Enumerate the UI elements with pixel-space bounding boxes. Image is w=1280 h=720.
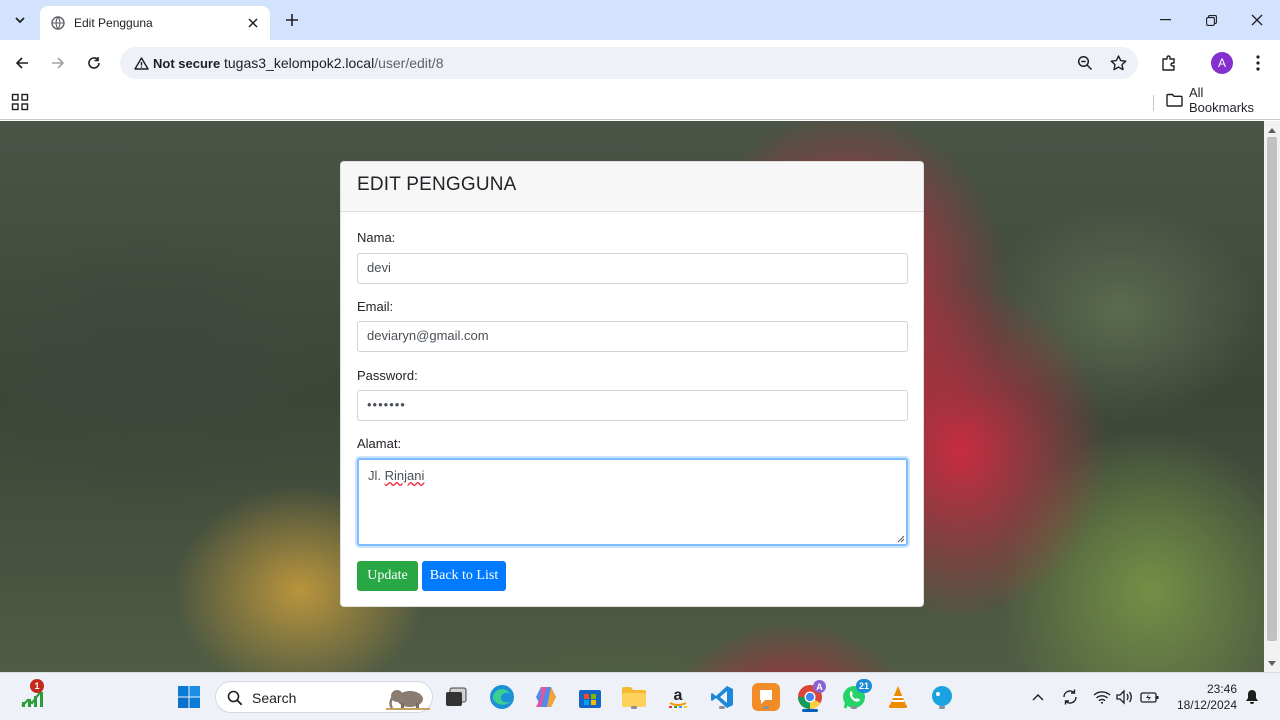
minimize-icon	[1159, 19, 1171, 21]
chevron-down-icon	[15, 17, 25, 24]
app-bird-running-indicator	[939, 706, 945, 709]
back-to-list-button[interactable]: Back to List	[422, 561, 506, 591]
folder-icon	[1166, 93, 1183, 107]
search-placeholder: Search	[252, 690, 297, 706]
start-menu-icon[interactable]	[175, 683, 203, 711]
close-window-button[interactable]	[1234, 0, 1280, 40]
alamat-text-word: Rinjani	[384, 468, 425, 483]
bookmarks-separator	[1153, 95, 1154, 111]
password-label: Password:	[357, 368, 418, 383]
nama-label: Nama:	[357, 230, 396, 245]
whatsapp-badge: 21	[856, 679, 872, 693]
edge-icon[interactable]	[488, 683, 516, 711]
file-explorer-icon[interactable]	[620, 683, 648, 711]
forward-button[interactable]	[44, 49, 72, 77]
page-scrollbar[interactable]	[1264, 121, 1280, 672]
widgets-icon[interactable]: 1	[18, 679, 46, 710]
extensions-icon[interactable]	[1157, 52, 1181, 74]
chrome-profile-badge: A	[813, 680, 826, 693]
taskbar: 1 Search a A 21 23:46 18/12/2024	[0, 672, 1280, 720]
app-bird-icon[interactable]	[928, 683, 956, 711]
edit-user-card: EDIT PENGGUNA Nama: devi Email: deviaryn…	[340, 161, 924, 607]
bookmarks-bar: All Bookmarks	[0, 85, 1280, 120]
url-text[interactable]: tugas3_kelompok2.local/user/edit/8	[224, 55, 443, 71]
email-input[interactable]: deviaryn@gmail.com	[357, 321, 908, 352]
tab-title: Edit Pengguna	[74, 16, 153, 30]
file-explorer-running-indicator	[631, 706, 637, 709]
restore-button[interactable]	[1188, 0, 1234, 40]
all-bookmarks-button[interactable]: All Bookmarks	[1166, 85, 1254, 115]
chat-app-icon[interactable]	[752, 683, 780, 711]
url-path: /user/edit/8	[374, 55, 444, 71]
nama-input[interactable]: devi	[357, 253, 908, 284]
search-icon	[227, 690, 243, 706]
apps-grid-icon[interactable]	[11, 93, 29, 111]
system-clock[interactable]: 23:46 18/12/2024	[1170, 681, 1237, 713]
vscode-icon[interactable]	[708, 683, 736, 711]
minimize-button[interactable]	[1142, 0, 1188, 40]
close-icon	[1251, 14, 1263, 26]
scroll-up-arrow-icon[interactable]	[1264, 123, 1280, 137]
task-view-icon[interactable]	[442, 683, 470, 711]
url-host: tugas3_kelompok2.local	[224, 55, 375, 71]
widgets-badge: 1	[30, 679, 44, 693]
vscode-running-indicator	[719, 706, 725, 709]
globe-icon	[50, 15, 66, 31]
all-bookmarks-label: All Bookmarks	[1189, 85, 1255, 115]
bookmark-star-icon[interactable]	[1109, 54, 1127, 72]
clock-date: 18/12/2024	[1176, 698, 1237, 712]
plus-icon	[286, 14, 298, 26]
update-button[interactable]: Update	[357, 561, 418, 591]
arrow-left-icon	[15, 57, 28, 69]
notification-bell-icon[interactable]	[1242, 687, 1262, 707]
microsoft-store-icon[interactable]	[576, 683, 604, 711]
resize-handle-icon[interactable]	[895, 533, 905, 543]
profile-avatar[interactable]: A	[1211, 52, 1233, 74]
tab-search-button[interactable]	[6, 7, 34, 33]
battery-charging-icon[interactable]	[1140, 687, 1160, 707]
svg-text:a: a	[674, 687, 683, 704]
security-label: Not secure	[153, 55, 221, 71]
wifi-icon[interactable]	[1092, 687, 1112, 707]
search-highlight-elephant-icon	[386, 690, 430, 710]
clock-time: 23:46	[1206, 682, 1237, 696]
taskbar-search[interactable]: Search	[215, 681, 433, 713]
page-title: EDIT PENGGUNA	[357, 174, 517, 195]
password-input[interactable]: •••••••	[357, 390, 908, 421]
chrome-active-indicator	[802, 709, 818, 712]
tab-strip: Edit Pengguna	[0, 0, 1280, 40]
sync-icon[interactable]	[1060, 687, 1080, 707]
back-button[interactable]	[8, 49, 36, 77]
chat-app-running-indicator	[763, 706, 769, 709]
scroll-down-arrow-icon[interactable]	[1264, 656, 1280, 670]
scrollbar-thumb[interactable]	[1267, 137, 1277, 641]
email-label: Email:	[357, 299, 394, 314]
volume-icon[interactable]	[1114, 687, 1134, 707]
vlc-icon[interactable]	[884, 683, 912, 711]
card-header: EDIT PENGGUNA	[341, 162, 923, 212]
amazon-icon[interactable]: a	[664, 683, 692, 711]
restore-icon	[1205, 14, 1217, 26]
site-info-button[interactable]: Not secure	[128, 52, 226, 74]
alamat-label: Alamat:	[357, 436, 402, 451]
warning-icon	[134, 56, 149, 70]
whatsapp-running-indicator	[851, 706, 857, 709]
zoom-icon[interactable]	[1076, 54, 1094, 72]
reload-icon	[88, 57, 100, 69]
address-bar[interactable]: Not secure tugas3_kelompok2.local/user/e…	[120, 47, 1138, 79]
alamat-text-prefix: Jl.	[368, 468, 381, 483]
show-hidden-icons-chevron-icon[interactable]	[1028, 687, 1048, 707]
arrow-right-icon	[52, 57, 65, 69]
chrome-icon[interactable]: A	[796, 680, 826, 712]
new-tab-button[interactable]	[280, 8, 304, 32]
alamat-textarea[interactable]: Jl. Rinjani	[357, 458, 908, 546]
reload-button[interactable]	[80, 49, 108, 77]
copilot-icon[interactable]	[532, 683, 560, 711]
browser-tab[interactable]: Edit Pengguna	[40, 6, 270, 40]
close-tab-icon[interactable]	[244, 14, 262, 32]
whatsapp-icon[interactable]: 21	[840, 679, 872, 711]
more-menu-icon[interactable]	[1246, 52, 1270, 74]
